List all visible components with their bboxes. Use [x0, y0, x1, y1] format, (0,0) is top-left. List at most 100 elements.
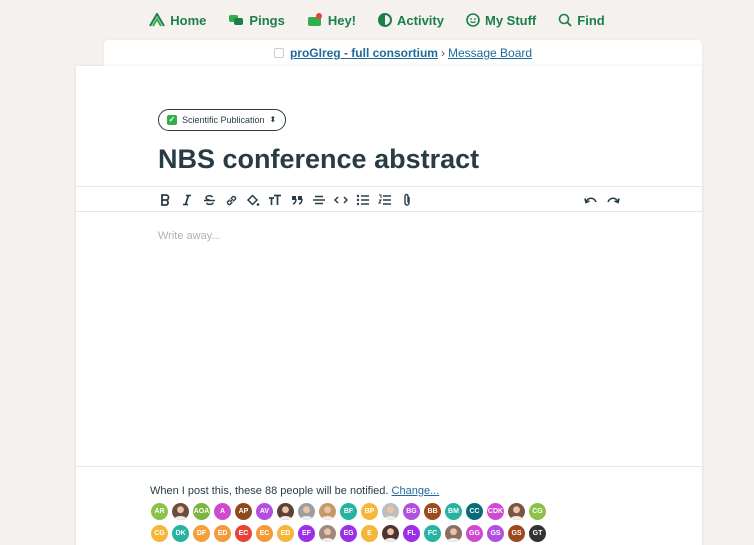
- avatar[interactable]: EC: [234, 524, 253, 543]
- recipient-avatars-row-1: AR AOA A AP AV BF BP BG BB BM CC CDK CG: [150, 502, 547, 521]
- quote-button[interactable]: [288, 191, 306, 209]
- avatar-initials: A: [219, 508, 226, 515]
- avatar[interactable]: GT: [528, 524, 547, 543]
- avatar[interactable]: FL: [402, 524, 421, 543]
- paint-bucket-icon: [246, 193, 260, 206]
- bullet-list-icon: [356, 194, 369, 206]
- nav-hey[interactable]: Hey!: [307, 13, 356, 28]
- avatar[interactable]: BB: [423, 502, 442, 521]
- avatar[interactable]: CG: [528, 502, 547, 521]
- avatar-initials: CG: [532, 508, 543, 515]
- nav-find-label: Find: [577, 12, 605, 28]
- avatar-photo[interactable]: [276, 502, 295, 521]
- smiley-icon: [466, 13, 480, 27]
- home-icon: [149, 13, 166, 27]
- category-select[interactable]: ✓ Scientific Publication ⬍: [158, 109, 287, 131]
- avatar[interactable]: E: [360, 524, 379, 543]
- avatar[interactable]: EG: [339, 524, 358, 543]
- avatar[interactable]: AV: [255, 502, 274, 521]
- link-icon: [226, 195, 236, 205]
- avatar-initials: AOA: [193, 508, 210, 515]
- editor-placeholder: Write away...: [158, 230, 221, 242]
- nav-mystuff-label: My Stuff: [484, 12, 537, 28]
- message-composer-card: ✓ Scientific Publication ⬍ NBS conferenc…: [76, 66, 702, 545]
- avatar[interactable]: CG: [150, 524, 169, 543]
- avatar[interactable]: DK: [171, 524, 190, 543]
- italic-button[interactable]: [178, 191, 196, 209]
- breadcrumb-project-link[interactable]: proGIreg - full consortium: [290, 46, 438, 60]
- change-recipients-link[interactable]: Change...: [392, 485, 440, 497]
- nav-find[interactable]: Find: [558, 12, 605, 28]
- avatar[interactable]: BF: [339, 502, 358, 521]
- message-title-input[interactable]: NBS conference abstract: [158, 144, 479, 175]
- avatar[interactable]: EF: [297, 524, 316, 543]
- avatar-initials: AP: [238, 508, 249, 515]
- breadcrumb-separator: ›: [440, 46, 445, 60]
- horizontal-rule-icon: [313, 195, 325, 205]
- avatar-photo[interactable]: [318, 524, 337, 543]
- nav-hey-label: Hey!: [327, 12, 357, 28]
- redo-icon: [607, 197, 620, 204]
- avatar-photo[interactable]: [381, 524, 400, 543]
- divider: [76, 466, 702, 467]
- nav-pings-label: Pings: [249, 12, 285, 28]
- person-photo-icon: [320, 506, 335, 520]
- code-icon: [334, 196, 348, 204]
- avatar-initials: EC: [259, 530, 270, 537]
- bold-button[interactable]: [156, 191, 174, 209]
- text-size-icon: [269, 194, 281, 205]
- breadcrumb-board-link[interactable]: Message Board: [448, 46, 532, 60]
- nav-home-label: Home: [170, 12, 207, 28]
- nav-mystuff[interactable]: My Stuff: [466, 13, 536, 28]
- undo-button[interactable]: [582, 191, 600, 209]
- strikethrough-icon: [203, 195, 215, 206]
- bullet-list-button[interactable]: [354, 191, 372, 209]
- avatar[interactable]: CDK: [486, 502, 505, 521]
- avatar[interactable]: AOA: [192, 502, 211, 521]
- avatar[interactable]: ED: [276, 524, 295, 543]
- heading-button[interactable]: [266, 191, 284, 209]
- top-nav: Home Pings Hey! Activity My Stuff Find: [0, 0, 754, 40]
- avatar-initials: BF: [343, 508, 354, 515]
- avatar[interactable]: BG: [402, 502, 421, 521]
- avatar[interactable]: AR: [150, 502, 169, 521]
- avatar[interactable]: BM: [444, 502, 463, 521]
- avatar[interactable]: EC: [255, 524, 274, 543]
- avatar-initials: BB: [427, 508, 438, 515]
- code-button[interactable]: [332, 191, 350, 209]
- nav-activity[interactable]: Activity: [378, 13, 444, 28]
- avatar-photo[interactable]: [444, 524, 463, 543]
- avatar-photo[interactable]: [297, 502, 316, 521]
- divider-button[interactable]: [310, 191, 328, 209]
- notify-text: When I post this, these 88 people will b…: [150, 485, 439, 497]
- avatar[interactable]: FC: [423, 524, 442, 543]
- breadcrumb: proGIreg - full consortium › Message Boa…: [104, 40, 702, 66]
- search-icon: [558, 13, 572, 27]
- avatar-photo[interactable]: [171, 502, 190, 521]
- highlight-button[interactable]: [244, 191, 262, 209]
- avatar[interactable]: BP: [360, 502, 379, 521]
- avatar[interactable]: CC: [465, 502, 484, 521]
- avatar[interactable]: GS: [486, 524, 505, 543]
- attach-button[interactable]: [398, 191, 416, 209]
- strikethrough-button[interactable]: [200, 191, 218, 209]
- avatar-initials: BM: [448, 508, 459, 515]
- nav-pings[interactable]: Pings: [228, 12, 285, 28]
- link-button[interactable]: [222, 191, 240, 209]
- avatar-photo[interactable]: [381, 502, 400, 521]
- bold-icon: [161, 194, 170, 206]
- category-label: Scientific Publication: [182, 115, 265, 125]
- avatar[interactable]: DF: [192, 524, 211, 543]
- redo-button[interactable]: [604, 191, 622, 209]
- nav-home[interactable]: Home: [149, 13, 206, 28]
- person-photo-icon: [509, 506, 524, 520]
- avatar[interactable]: ED: [213, 524, 232, 543]
- message-body-editor[interactable]: [76, 213, 702, 466]
- avatar[interactable]: GS: [507, 524, 526, 543]
- avatar[interactable]: AP: [234, 502, 253, 521]
- avatar[interactable]: A: [213, 502, 232, 521]
- numbered-list-button[interactable]: [376, 191, 394, 209]
- avatar[interactable]: GG: [465, 524, 484, 543]
- avatar-photo[interactable]: [318, 502, 337, 521]
- avatar-photo[interactable]: [507, 502, 526, 521]
